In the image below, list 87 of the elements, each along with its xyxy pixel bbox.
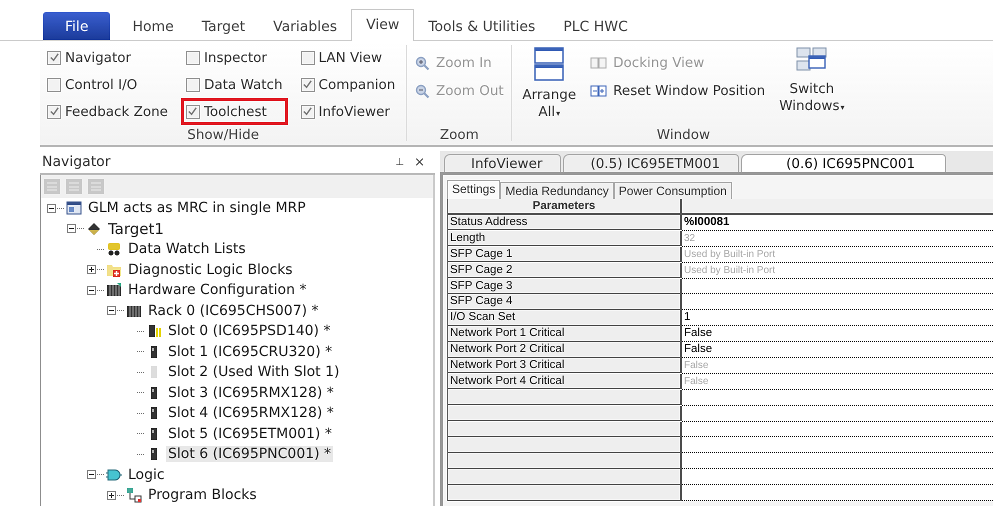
property-value[interactable] (682, 278, 993, 294)
expander-icon[interactable] (107, 490, 116, 500)
close-button[interactable]: × (414, 154, 425, 170)
property-value[interactable] (682, 294, 993, 310)
group-label: Window (656, 127, 710, 143)
property-value[interactable]: False (682, 342, 993, 358)
settings-tab[interactable]: Media Redundancy (500, 182, 614, 199)
property-name: SFP Cage 3 (448, 278, 682, 294)
tree-item[interactable]: Slot 5 (IC695ETM001) * (166, 426, 334, 442)
tree-item[interactable]: Target1 (106, 220, 166, 238)
arrange-icon (534, 47, 564, 81)
expander-icon[interactable] (67, 224, 76, 234)
expander-icon[interactable] (87, 470, 96, 480)
checkbox-label[interactable]: Inspector (204, 50, 267, 66)
property-name: Network Port 2 Critical (448, 342, 682, 358)
expander-icon[interactable] (107, 306, 116, 316)
ribbon-tab[interactable]: Variables (259, 12, 352, 40)
ribbon-tab[interactable]: PLC HWC (549, 12, 642, 40)
window-button[interactable]: Reset Window Position (590, 83, 766, 99)
group-label: Zoom (440, 127, 479, 143)
checkbox[interactable] (186, 50, 200, 64)
property-name: SFP Cage 2 (448, 262, 682, 278)
document-tab[interactable]: InfoViewer (444, 154, 562, 172)
checkbox-label[interactable]: Navigator (65, 50, 132, 66)
arrange-all-button[interactable]: Arrange All▾ (522, 47, 576, 122)
project-icon (65, 199, 83, 218)
property-name: SFP Cage 4 (448, 294, 682, 310)
ribbon-tab[interactable]: Home (118, 12, 188, 40)
checkbox-label[interactable]: Feedback Zone (65, 104, 168, 120)
book-icon (590, 57, 608, 69)
property-value[interactable]: False (682, 326, 993, 342)
tree-item[interactable]: Slot 0 (IC695PSD140) * (166, 323, 332, 340)
panel-title: Navigator (41, 154, 112, 170)
property-name: Network Port 4 Critical (448, 374, 682, 390)
tree-item[interactable]: Rack 0 (IC695CHS007) * (146, 302, 321, 319)
checkbox[interactable] (47, 50, 61, 64)
checkbox-label[interactable]: InfoViewer (318, 104, 390, 120)
tree-item[interactable]: Slot 2 (Used With Slot 1) (166, 364, 342, 380)
ribbon-tab[interactable]: Tools & Utilities (414, 12, 550, 40)
tree-item[interactable]: Slot 1 (IC695CRU320) * (166, 344, 334, 360)
checkbox-label[interactable]: Data Watch (204, 76, 283, 92)
zoom-out-icon (414, 84, 430, 98)
tree-item[interactable]: Program Blocks (146, 487, 259, 504)
expander-icon[interactable] (47, 204, 56, 213)
tree-item[interactable]: Diagnostic Logic Blocks (126, 262, 295, 278)
checkbox[interactable] (300, 50, 315, 64)
expander-icon[interactable] (87, 286, 96, 295)
tree-item[interactable]: GLM acts as MRC in single MRP (86, 200, 308, 216)
checkbox[interactable] (47, 104, 61, 118)
property-name: Network Port 3 Critical (448, 358, 682, 374)
ribbon-tab[interactable]: Target (188, 12, 260, 40)
checkbox[interactable] (47, 78, 61, 92)
ribbon-tab[interactable]: View (351, 9, 414, 41)
column-header: Parameters (448, 199, 682, 215)
tree-item[interactable]: Data Watch Lists (126, 241, 248, 258)
tree-item[interactable]: Hardware Configuration * (126, 282, 308, 298)
document-tab[interactable]: (0.5) IC695ETM001 (563, 154, 740, 172)
tree-item[interactable]: Slot 3 (IC695RMX128) * (166, 384, 336, 401)
checkbox[interactable] (186, 78, 200, 92)
checkbox-label[interactable]: LAN View (318, 50, 382, 66)
tree-item[interactable]: Slot 6 (IC695PNC001) * (166, 446, 334, 462)
property-name: Length (448, 230, 682, 246)
checkbox-label[interactable]: Companion (318, 76, 396, 92)
property-name: Status Address (448, 215, 682, 230)
tree-item[interactable]: Slot 4 (IC695RMX128) * (166, 405, 336, 422)
property-name: Network Port 1 Critical (448, 326, 682, 342)
property-value[interactable]: %I00081 (682, 215, 993, 231)
settings-tab[interactable]: Settings (447, 180, 500, 199)
pin-button[interactable]: ⊥ (395, 156, 404, 168)
group-label: Show/Hide (187, 127, 260, 143)
property-name: SFP Cage 1 (448, 246, 682, 262)
glasses-icon (105, 240, 123, 258)
window-reset-icon (590, 85, 608, 97)
ribbon-tab[interactable]: File (43, 12, 110, 40)
property-name: I/O Scan Set (448, 310, 682, 326)
checkbox[interactable] (300, 104, 315, 118)
tree-item[interactable]: Logic (126, 466, 167, 483)
property-value[interactable]: 1 (682, 310, 993, 326)
expander-icon[interactable] (87, 265, 96, 274)
checkbox[interactable] (186, 104, 200, 118)
switch-windows-button[interactable]: Switch Windows▾ (779, 47, 845, 116)
settings-tab[interactable]: Power Consumption (614, 182, 732, 199)
document-tab[interactable]: (0.6) IC695PNC001 (741, 154, 946, 172)
checkbox-label[interactable]: Toolchest (204, 104, 267, 120)
checkbox-label[interactable]: Control I/O (65, 76, 138, 92)
checkbox[interactable] (300, 78, 315, 92)
zoom-in-icon (414, 56, 430, 70)
